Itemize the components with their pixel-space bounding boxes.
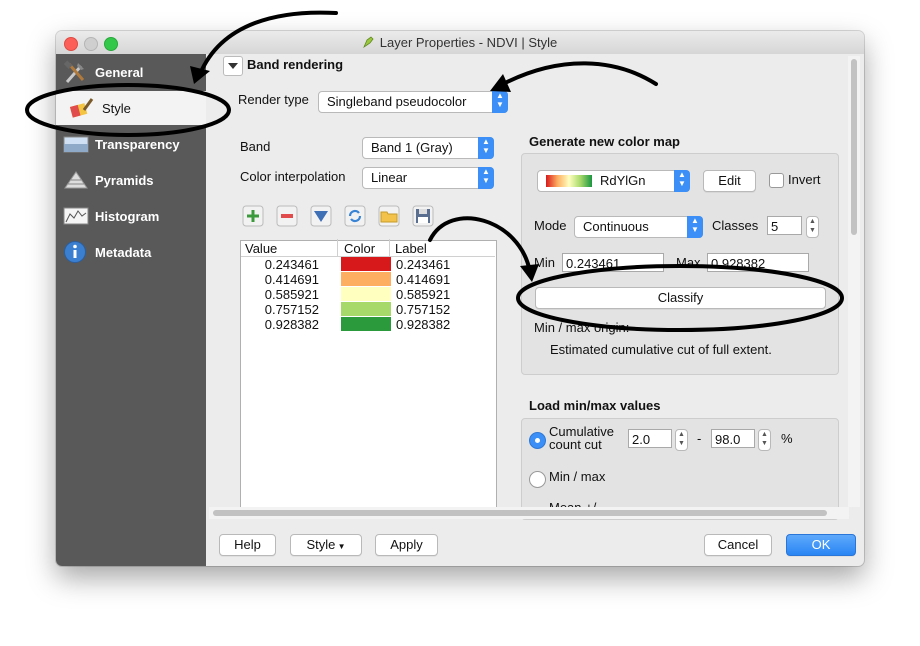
arrow-to-classify <box>428 216 532 274</box>
arrow-to-render-type <box>501 61 658 86</box>
style-ellipse <box>25 83 231 137</box>
classify-ellipse <box>516 264 844 332</box>
annotation-overlay <box>25 10 844 332</box>
arrow-to-style <box>198 10 338 76</box>
